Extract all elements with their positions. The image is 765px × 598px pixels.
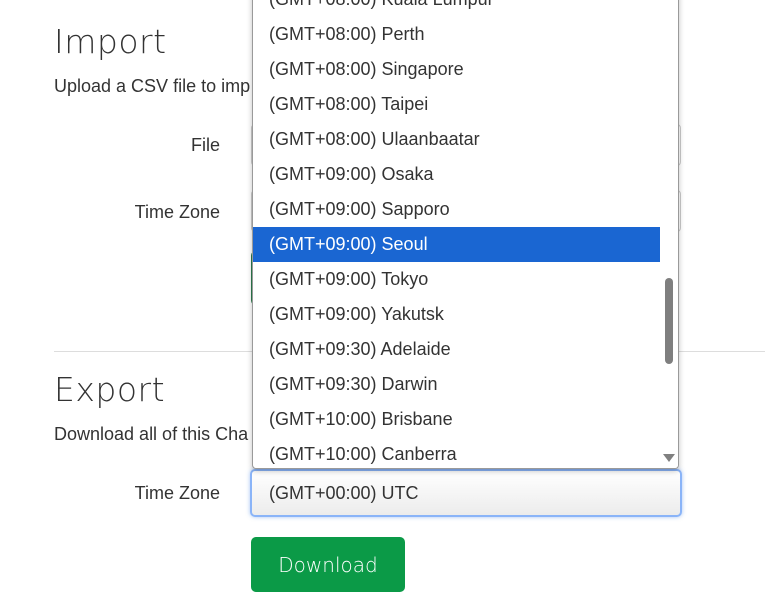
import-title: Import [54,22,167,61]
timezone-dropdown-list[interactable]: (GMT+08:00) Kuala Lumpur(GMT+08:00) Pert… [252,0,679,469]
dropdown-scrollbar[interactable] [660,0,678,468]
export-timezone-value: (GMT+00:00) UTC [269,483,419,503]
timezone-option[interactable]: (GMT+08:00) Taipei [253,87,661,122]
export-description: Download all of this Cha [54,424,249,444]
timezone-option[interactable]: (GMT+10:00) Canberra [253,437,661,468]
import-description: Upload a CSV file to imp [54,76,251,96]
timezone-option[interactable]: (GMT+09:00) Osaka [253,157,661,192]
export-timezone-label: Time Zone [134,483,220,503]
export-title: Export [54,370,166,409]
timezone-option-list: (GMT+08:00) Kuala Lumpur(GMT+08:00) Pert… [253,0,661,468]
timezone-option[interactable]: (GMT+08:00) Ulaanbaatar [253,122,661,157]
timezone-option[interactable]: (GMT+08:00) Kuala Lumpur [253,0,661,17]
timezone-option[interactable]: (GMT+08:00) Perth [253,17,661,52]
timezone-option[interactable]: (GMT+09:30) Darwin [253,367,661,402]
scrollbar-thumb[interactable] [665,278,673,364]
timezone-option[interactable]: (GMT+09:00) Yakutsk [253,297,661,332]
page: Import Upload a CSV file to imp File Tim… [0,0,765,598]
timezone-option[interactable]: (GMT+09:00) Tokyo [253,262,661,297]
timezone-option[interactable]: (GMT+10:00) Brisbane [253,402,661,437]
chevron-down-icon[interactable] [663,454,675,462]
timezone-option[interactable]: (GMT+08:00) Singapore [253,52,661,87]
timezone-option[interactable]: (GMT+09:30) Adelaide [253,332,661,367]
import-timezone-label: Time Zone [134,202,220,222]
export-timezone-select[interactable]: (GMT+00:00) UTC [250,469,682,517]
download-button[interactable]: Download [251,537,405,592]
timezone-option[interactable]: (GMT+09:00) Sapporo [253,192,661,227]
file-label: File [190,135,220,155]
timezone-option[interactable]: (GMT+09:00) Seoul [253,227,661,262]
